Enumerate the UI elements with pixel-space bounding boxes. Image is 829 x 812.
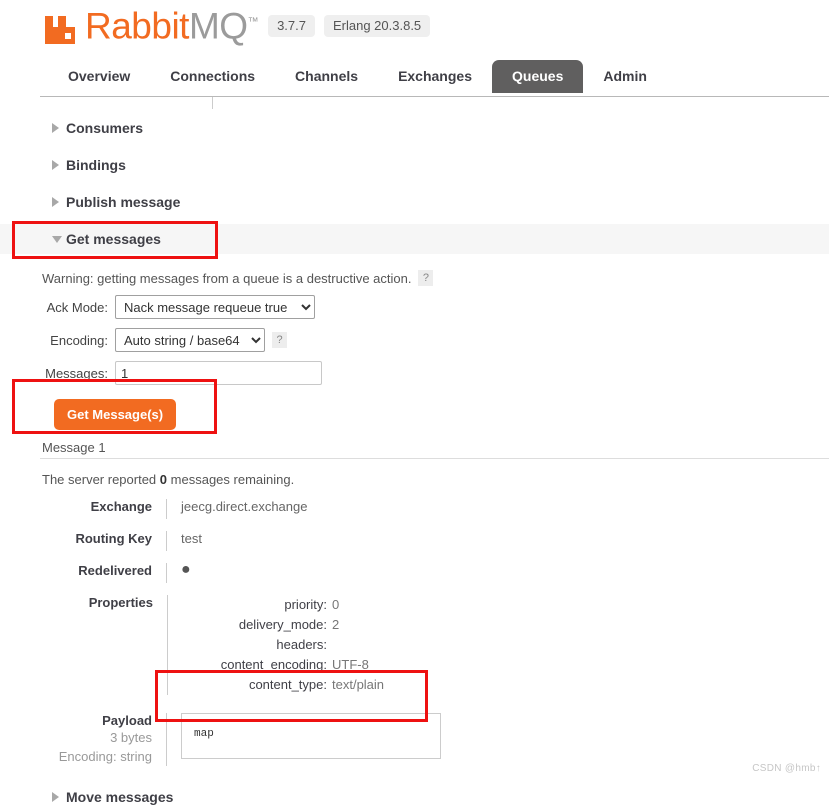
erlang-version-badge: Erlang 20.3.8.5 [323, 15, 431, 38]
section-publish-message-label: Publish message [66, 194, 181, 210]
property-name-content-encoding: content_encoding: [220, 657, 327, 672]
payload-meta: Payload 3 bytes Encoding: string [0, 713, 167, 766]
ack-mode-label: Ack Mode: [46, 299, 108, 315]
rabbitmq-logo-icon [45, 12, 75, 45]
section-publish-message[interactable]: Publish message [0, 187, 829, 217]
property-value-content-type: text/plain [332, 677, 385, 692]
property-value-priority: 0 [332, 597, 340, 612]
rabbitmq-version-badge: 3.7.7 [268, 15, 315, 38]
reported-prefix: The server reported [42, 472, 157, 487]
tab-exchanges[interactable]: Exchanges [378, 60, 492, 93]
detail-row-redelivered: Redelivered ● [0, 561, 829, 583]
encoding-label: Encoding: [50, 332, 108, 348]
properties-label: Properties [88, 595, 153, 610]
detail-value-exchange: jeecg.direct.exchange [181, 499, 308, 514]
property-row-delivery-mode: delivery_mode: 2 [182, 615, 384, 635]
detail-row-exchange: Exchange jeecg.direct.exchange [0, 499, 829, 519]
section-move-messages-label: Move messages [66, 789, 174, 805]
chevron-right-icon [52, 123, 59, 133]
payload-content[interactable]: map [181, 713, 441, 759]
brand-mq-text: MQ [188, 5, 248, 47]
section-consumers[interactable]: Consumers [0, 113, 829, 143]
get-messages-action-row: Get Message(s) [0, 399, 829, 430]
tab-connections[interactable]: Connections [150, 60, 275, 93]
tab-overview[interactable]: Overview [48, 60, 150, 93]
messages-count-input[interactable] [115, 361, 322, 385]
payload-label: Payload [102, 713, 152, 728]
version-badges: 3.7.7 Erlang 20.3.8.5 [268, 15, 431, 44]
brand-area: RabbitMQ™ 3.7.7 Erlang 20.3.8.5 [45, 4, 829, 47]
encoding-row: Encoding: Auto string / base64 ? [0, 328, 829, 352]
properties-block: Properties priority: 0 delivery_mode: 2 … [0, 595, 829, 695]
property-value-content-encoding: UTF-8 [332, 657, 369, 672]
get-messages-button[interactable]: Get Message(s) [54, 399, 177, 430]
chevron-down-icon [52, 235, 62, 243]
messages-label: Messages: [45, 365, 108, 381]
ack-mode-select[interactable]: Nack message requeue true [115, 295, 315, 319]
encoding-help-icon[interactable]: ? [272, 332, 287, 348]
detail-row-routing-key: Routing Key test [0, 531, 829, 551]
app-header: RabbitMQ™ 3.7.7 Erlang 20.3.8.5 [0, 0, 829, 55]
messages-remaining-status: The server reported 0 messages remaining… [0, 472, 829, 487]
property-row-priority: priority: 0 [182, 595, 384, 615]
detail-value-redelivered: ● [181, 561, 191, 578]
property-name-headers: headers: [276, 637, 327, 652]
chevron-right-icon [52, 197, 59, 207]
properties-list: priority: 0 delivery_mode: 2 headers: co… [167, 595, 384, 695]
detail-key-routing-key: Routing Key [0, 531, 167, 551]
watermark: CSDN @hmb↑ [752, 763, 821, 774]
warning-help-icon[interactable]: ? [418, 270, 434, 286]
brand-wordmark[interactable]: RabbitMQ™ [85, 4, 259, 47]
section-get-messages[interactable]: Get messages [0, 224, 829, 254]
ack-mode-row: Ack Mode: Nack message requeue true [0, 295, 829, 319]
payload-block: Payload 3 bytes Encoding: string map [0, 713, 829, 766]
tab-queues[interactable]: Queues [492, 60, 584, 93]
brand-rabbit-text: Rabbit [85, 5, 189, 47]
warning-text: Warning: getting messages from a queue i… [42, 270, 412, 286]
message-divider [40, 458, 829, 459]
payload-encoding: Encoding: string [58, 749, 152, 764]
trademark-symbol: ™ [247, 16, 259, 28]
property-name-delivery-mode: delivery_mode: [238, 617, 327, 632]
detail-key-redelivered: Redelivered [0, 563, 167, 583]
encoding-select[interactable]: Auto string / base64 [115, 328, 265, 352]
messages-count-row: Messages: [0, 361, 829, 385]
detail-key-exchange: Exchange [0, 499, 167, 519]
tab-admin[interactable]: Admin [583, 60, 667, 93]
chevron-right-icon [52, 792, 59, 802]
property-row-content-encoding: content_encoding: UTF-8 [182, 655, 384, 675]
section-get-messages-label: Get messages [66, 231, 161, 247]
main-navigation: Overview Connections Channels Exchanges … [0, 55, 829, 93]
nav-divider [40, 96, 829, 97]
property-row-headers: headers: [182, 635, 384, 655]
detail-value-routing-key: test [181, 531, 202, 546]
reported-suffix: messages remaining. [170, 472, 295, 487]
section-bindings-label: Bindings [66, 157, 126, 173]
payload-size: 3 bytes [110, 730, 152, 745]
property-name-content-type: content_type: [248, 677, 327, 692]
property-row-content-type: content_type: text/plain [182, 675, 384, 695]
section-move-messages[interactable]: Move messages [0, 782, 829, 812]
destructive-action-warning: Warning: getting messages from a queue i… [0, 270, 829, 286]
section-bindings[interactable]: Bindings [0, 150, 829, 180]
nav-tick-mark [212, 97, 213, 109]
section-consumers-label: Consumers [66, 120, 144, 136]
reported-count: 0 [159, 472, 168, 487]
message-index-title: Message 1 [42, 440, 106, 455]
chevron-right-icon [52, 160, 59, 170]
tab-channels[interactable]: Channels [275, 60, 378, 93]
property-value-delivery-mode: 2 [332, 617, 340, 632]
property-name-priority: priority: [284, 597, 327, 612]
